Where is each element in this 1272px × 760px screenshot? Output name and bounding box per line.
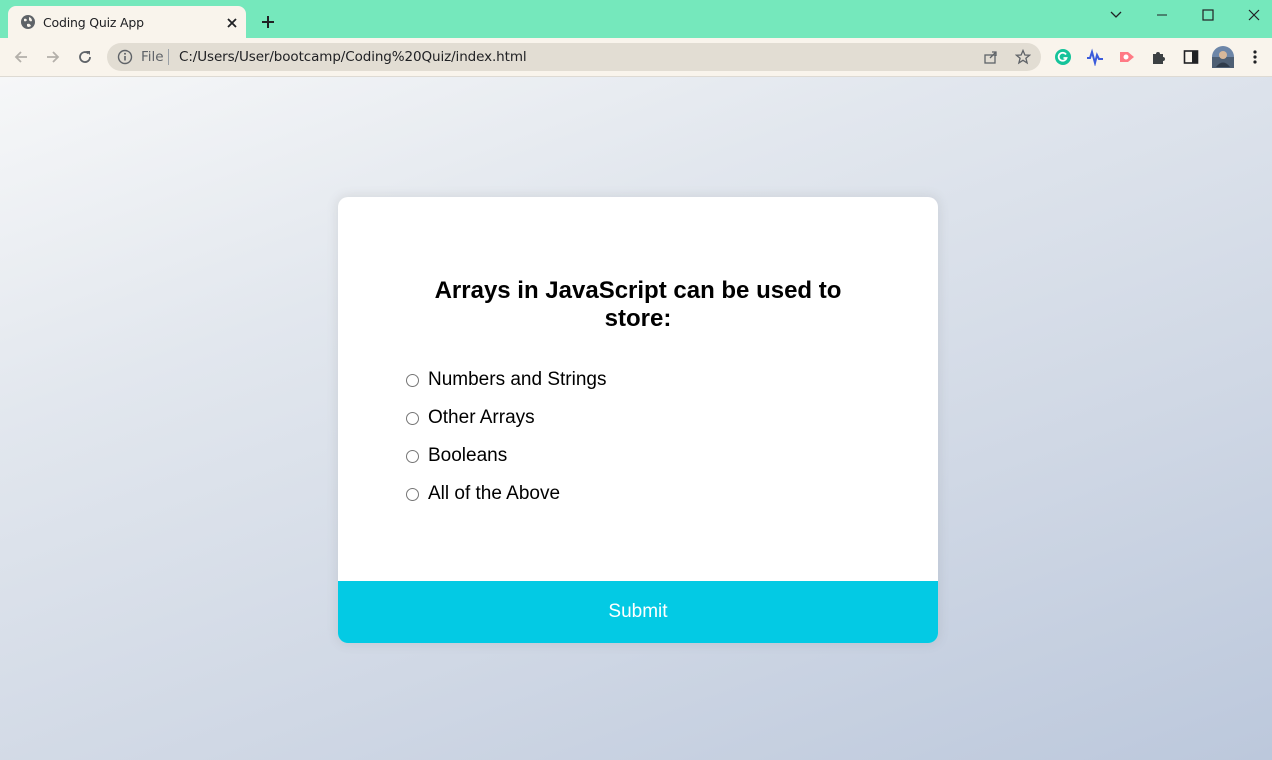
close-icon[interactable] [226, 16, 238, 28]
quiz-card: Arrays in JavaScript can be used to stor… [338, 197, 938, 643]
answer-label[interactable]: Booleans [428, 445, 507, 467]
tab-strip: Coding Quiz App [0, 0, 1272, 38]
answer-list: Numbers and Strings Other Arrays Boolean… [406, 361, 606, 513]
answer-label[interactable]: Other Arrays [428, 407, 535, 429]
answer-label[interactable]: All of the Above [428, 483, 560, 505]
answer-option[interactable]: Other Arrays [406, 399, 606, 437]
maximize-icon[interactable] [1185, 0, 1231, 30]
answer-radio[interactable] [406, 373, 419, 387]
question-text: Arrays in JavaScript can be used to stor… [434, 277, 842, 332]
star-icon[interactable] [1013, 47, 1033, 67]
answer-radio[interactable] [406, 487, 419, 501]
close-icon[interactable] [1231, 0, 1272, 30]
grammarly-icon[interactable] [1053, 47, 1073, 67]
minimize-icon[interactable] [1139, 0, 1185, 30]
browser-tab[interactable]: Coding Quiz App [8, 6, 246, 38]
info-icon[interactable] [117, 49, 133, 65]
arrow-left-icon[interactable] [11, 47, 31, 67]
wave-icon[interactable] [1085, 47, 1105, 67]
side-panel-icon[interactable] [1181, 47, 1201, 67]
avatar[interactable] [1212, 46, 1234, 68]
answer-option[interactable]: Booleans [406, 437, 606, 475]
arrow-right-icon[interactable] [43, 47, 63, 67]
scheme-label: File [141, 49, 164, 65]
tab-title: Coding Quiz App [43, 15, 144, 30]
answer-option[interactable]: All of the Above [406, 475, 606, 513]
answer-radio[interactable] [406, 411, 419, 425]
reload-icon[interactable] [75, 47, 95, 67]
url-text[interactable]: C:/Users/User/bootcamp/Coding%20Quiz/ind… [179, 49, 527, 65]
submit-button[interactable]: Submit [338, 581, 938, 643]
share-icon[interactable] [981, 47, 1001, 67]
browser-toolbar: File C:/Users/User/bootcamp/Coding%20Qui… [0, 38, 1272, 77]
screen-recorder-icon[interactable] [1117, 47, 1137, 67]
answer-option[interactable]: Numbers and Strings [406, 361, 606, 399]
page-viewport: Arrays in JavaScript can be used to stor… [0, 77, 1272, 760]
address-bar[interactable]: File C:/Users/User/bootcamp/Coding%20Qui… [107, 43, 1041, 71]
answer-radio[interactable] [406, 449, 419, 463]
kebab-menu-icon[interactable] [1245, 47, 1265, 67]
globe-icon [20, 14, 36, 30]
chevron-down-icon[interactable] [1093, 0, 1139, 30]
puzzle-icon[interactable] [1149, 47, 1169, 67]
answer-label[interactable]: Numbers and Strings [428, 369, 606, 391]
separator [168, 49, 169, 65]
plus-icon[interactable] [260, 14, 276, 30]
